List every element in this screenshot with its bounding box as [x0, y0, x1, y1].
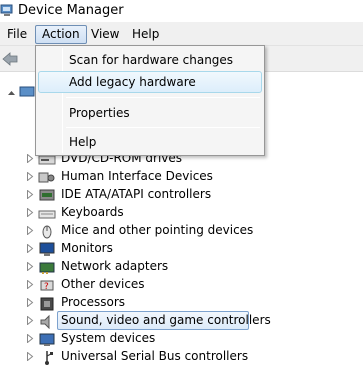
tree-category-row[interactable]: Network adapters — [0, 258, 363, 276]
action-menu-dropdown: Scan for hardware changes Add legacy har… — [35, 45, 265, 156]
tree-category-label: Human Interface Devices — [61, 169, 213, 183]
menu-separator — [66, 127, 260, 128]
expand-arrow-icon[interactable] — [26, 352, 34, 361]
menu-item-label: Add legacy hardware — [69, 75, 196, 89]
tree-category-row[interactable]: Monitors — [0, 240, 363, 258]
tree-category-label: Sound, video and game controllers — [61, 313, 271, 327]
other-devices-icon: ? — [40, 280, 54, 292]
expand-arrow-icon[interactable] — [26, 244, 34, 253]
menu-bar: File Action View Help — [0, 22, 363, 46]
tree-category-row[interactable]: Mice and other pointing devices — [0, 222, 363, 240]
tree-category-row[interactable]: Processors — [0, 294, 363, 312]
tree-category-row[interactable]: Human Interface Devices — [0, 168, 363, 186]
tree-category-label: Mice and other pointing devices — [61, 223, 254, 237]
expand-arrow-icon[interactable] — [26, 154, 34, 163]
tree-category-label: Other devices — [61, 277, 145, 291]
tree-category-row[interactable]: Sound, video and game controllers — [0, 311, 363, 330]
tree-category-row[interactable]: Keyboards — [0, 204, 363, 222]
menu-item-properties[interactable]: Properties — [38, 102, 262, 124]
tree-category-label: Universal Serial Bus controllers — [61, 349, 249, 363]
speaker-icon — [40, 314, 50, 329]
tree-category-row[interactable]: IDE ATA/ATAPI controllers — [0, 186, 363, 204]
hid-icon — [38, 172, 55, 183]
mouse-icon — [42, 225, 52, 239]
menu-item-label: Properties — [69, 106, 130, 120]
monitor-icon — [39, 242, 55, 256]
expand-arrow-icon[interactable] — [26, 316, 34, 325]
menu-separator — [66, 97, 260, 98]
tree-category-row[interactable]: System devices — [0, 330, 363, 348]
tree-category-label: Monitors — [61, 241, 113, 255]
device-manager-app-icon — [0, 4, 13, 16]
processor-icon — [40, 297, 54, 311]
menu-item-add-legacy-hardware[interactable]: Add legacy hardware — [38, 71, 262, 93]
menu-file[interactable]: File — [1, 25, 33, 44]
expand-arrow-icon[interactable] — [26, 262, 34, 271]
expand-arrow-icon[interactable] — [26, 172, 34, 181]
back-arrow-icon[interactable] — [2, 52, 18, 66]
expand-arrow-icon[interactable] — [26, 280, 34, 289]
menu-item-scan-hardware[interactable]: Scan for hardware changes — [38, 49, 262, 71]
network-adapter-icon — [39, 262, 55, 274]
tree-category-label: IDE ATA/ATAPI controllers — [61, 187, 212, 201]
keyboard-icon — [38, 210, 56, 219]
tree-category-row[interactable]: Universal Serial Bus controllers — [0, 348, 363, 366]
tree-category-label: Keyboards — [61, 205, 124, 219]
menu-item-help[interactable]: Help — [38, 131, 262, 153]
expand-arrow-icon[interactable] — [26, 208, 34, 217]
menu-view[interactable]: View — [85, 25, 125, 44]
menu-action[interactable]: Action — [35, 25, 87, 44]
expand-arrow-icon[interactable] — [26, 298, 34, 307]
tree-category-label: System devices — [61, 331, 156, 345]
tree-category-label: Processors — [61, 295, 126, 309]
ide-controller-icon — [39, 189, 55, 201]
title-bar: Device Manager — [0, 0, 363, 22]
menu-item-label: Help — [69, 135, 97, 149]
computer-node-icon[interactable] — [6, 84, 36, 100]
tree-category-row[interactable]: ? Other devices — [0, 276, 363, 294]
tree-category-label: Network adapters — [61, 259, 169, 273]
menu-help[interactable]: Help — [126, 25, 165, 44]
expand-arrow-icon[interactable] — [26, 190, 34, 199]
system-devices-icon — [39, 333, 55, 346]
window-title: Device Manager — [18, 3, 124, 18]
menu-item-label: Scan for hardware changes — [69, 53, 234, 67]
expand-arrow-icon[interactable] — [26, 226, 34, 235]
svg-text:?: ? — [44, 282, 49, 292]
expand-arrow-icon[interactable] — [26, 334, 34, 343]
usb-icon — [45, 351, 53, 365]
